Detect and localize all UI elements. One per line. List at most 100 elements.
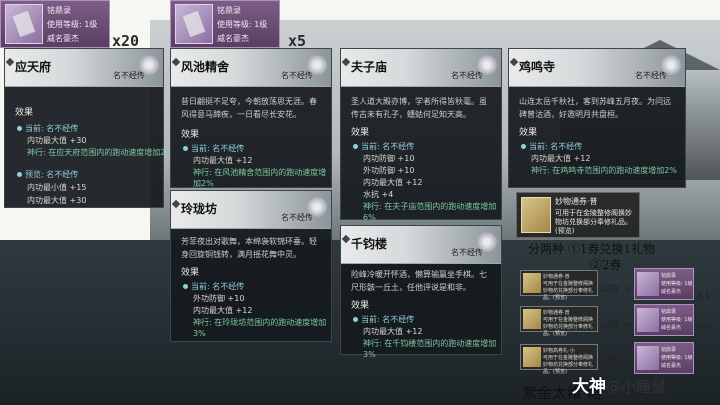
watermark: 大神@小睡鼠 [572, 372, 666, 397]
rank-tag: 名不经传 [451, 71, 483, 80]
handwritten-note-line1: 分两种 ①1券兑换1礼物 [528, 242, 656, 256]
seal-icon [307, 55, 327, 75]
mini-reward-2[interactable]: 铭鼎录 使用等级: 1级 威名豪杰 [634, 304, 694, 336]
scroll-icon [5, 4, 43, 44]
panel-header: 应天府 名不经传 [5, 49, 163, 87]
item-card-1[interactable]: 铭鼎录 使用等级: 1级 威名豪杰 [0, 0, 110, 48]
mini-reward-text: 铭鼎录 使用等级: 1级 威名豪杰 [661, 308, 692, 332]
item-name: 铭鼎录 [217, 6, 241, 15]
mini-ticket-3[interactable]: 妙物高券礼·小 可用于在金陵整修阁换妙物坊兑换部分奉修礼品。(预览) [520, 344, 598, 375]
stat-row: 外功防御 +10 [193, 294, 245, 303]
preview-rank: 预览: 名不经传 [17, 169, 78, 180]
bullet-icon [183, 284, 188, 289]
current-rank-text: 当前: 名不经传 [529, 142, 583, 151]
bullet-icon [353, 144, 358, 149]
panel-title: 风池精舍 [181, 60, 230, 74]
stat-row: 内功最大值 +30 [27, 196, 87, 205]
stat-row: 内功最小值 +15 [27, 183, 87, 192]
mini-ticket-label: 妙物通券·普 [543, 310, 570, 316]
panel-header: 玲珑坊 名不经传 [171, 191, 331, 229]
speed-row: 神行: 在风池精舍范围内的跑动速度增加2% [193, 168, 327, 188]
effect-label: 效果 [351, 301, 370, 311]
exchange-ratio: x40 = [600, 320, 631, 331]
stat-row: 内功最大值 +12 [363, 327, 423, 336]
reward-count: x5 [698, 358, 711, 369]
panel-linglong: 玲珑坊 名不经传 芳菲夜出对歌舞，本绵袅软锦环垂。轻身回旋铜钱转，满月摇花舞中灵… [170, 190, 332, 342]
stat-row: 内功最大值 +12 [193, 306, 253, 315]
current-rank: 当前: 名不经传 [353, 141, 414, 152]
mini-reward-3[interactable]: 铭鼎录 使用等级: 1级 威名豪杰 [634, 342, 694, 374]
reward-count: x2 [698, 324, 711, 335]
scroll-icon [637, 272, 659, 296]
panel-title: 玲珑坊 [181, 202, 218, 216]
preview-rank-text: 预览: 名不经传 [25, 170, 79, 179]
current-rank-text: 当前: 名不经传 [191, 282, 245, 291]
speed-row: 神行: 在千钧楼范围内的跑动速度增加3% [363, 339, 497, 359]
item-card-2[interactable]: 铭鼎录 使用等级: 1级 威名豪杰 [170, 0, 280, 48]
panel-qianjun: 千钧楼 名不经传 险峰冷暖开怀酒，懒算输赢坐手棋。七尺形骸一丘土，任他评说是和非… [340, 225, 502, 359]
mini-reward-level: 使用等级: 1级 [661, 355, 693, 361]
scroll-icon [637, 308, 659, 332]
watermark-brand: 大神 [572, 377, 606, 397]
rank-tag: 名不经传 [281, 71, 313, 80]
speed-row: 神行: 在应天府范围内的跑动速度增加2% [27, 148, 173, 157]
mini-ticket-label: 妙物通券·普 [543, 274, 570, 280]
item-name: 铭鼎录 [47, 6, 71, 15]
panel-title: 应天府 [15, 60, 52, 74]
panel-title: 千钧楼 [351, 237, 388, 251]
ticket-icon [523, 347, 541, 367]
panel-header: 千钧楼 名不经传 [341, 226, 501, 264]
mini-ticket-text: 妙物通券·普 可用于在金陵整修阁换妙物坊兑换部分奉修礼品。(预览) [543, 310, 597, 338]
speed-row: 神行: 在夫子庙范围内的跑动速度增加6% [363, 202, 497, 222]
seal-icon [661, 55, 681, 75]
stat-row: 内功防御 +10 [363, 154, 415, 163]
effect-label: 效果 [351, 128, 370, 138]
diamond-icon [171, 199, 181, 209]
mini-reward-1[interactable]: 铭鼎录 使用等级: 1级 威名豪杰 [634, 268, 694, 300]
panel-fengchi: 风池精舍 名不经传 昔日翩挺不足夸，今朝放荡思无涯。春风得意马蹄疾，一日看尽长安… [170, 48, 332, 188]
mini-reward-name: 铭鼎录 [661, 273, 677, 279]
mini-ticket-desc: 可用于在金陵整修阁换妙物坊兑换部分奉修礼品。(预览) [543, 317, 594, 337]
ticket-description: 可用于在金陵整修阁换妙物坊兑换部分奉修礼品。(预览) [555, 209, 632, 235]
rank-tag: 名不经传 [635, 71, 667, 80]
seal-icon [477, 55, 497, 75]
seal-icon [139, 55, 159, 75]
panel-fuzi: 夫子庙 名不经传 圣人道大殿亦博，学者所得皆秋毫。虽传古未有孔子，蟪蛄何足知天高… [340, 48, 502, 222]
watermark-user: @小睡鼠 [606, 378, 667, 396]
bullet-icon [183, 146, 188, 151]
stat-row: 水抗 +4 [363, 190, 394, 199]
mini-ticket-2[interactable]: 妙物通券·普 可用于在金陵整修阁换妙物坊兑换部分奉修礼品。(预览) [520, 306, 598, 337]
ticket-icon [521, 197, 551, 233]
exchange-ratio: x20 = [600, 356, 631, 367]
diamond-icon [5, 57, 15, 67]
bullet-icon [17, 172, 22, 177]
ticket-icon [523, 309, 541, 329]
ticket-tooltip[interactable]: 妙物通券·普 可用于在金陵整修阁换妙物坊兑换部分奉修礼品。(预览) [516, 192, 640, 238]
panel-yingtian: 应天府 名不经传 效果 当前: 名不经传 内功最大值 +30 神行: 在应天府范… [4, 48, 173, 208]
item-level: 使用等级: 1级 [217, 20, 268, 29]
current-rank: 当前: 名不经传 [183, 143, 244, 154]
mini-reward-name: 铭鼎录 [661, 347, 677, 353]
ticket-name: 妙物通券·普 [555, 197, 598, 206]
effect-label: 效果 [15, 108, 34, 118]
mini-reward-level: 使用等级: 1级 [661, 317, 693, 323]
current-rank-text: 当前: 名不经传 [361, 142, 415, 151]
panel-description: 险峰冷暖开怀酒，懒算输赢坐手棋。七尺形骸一丘土，任他评说是和非。 [351, 270, 487, 292]
current-rank: 当前: 名不经传 [17, 123, 78, 134]
panel-header: 鸡鸣寺 名不经传 [509, 49, 685, 87]
scroll-icon [175, 4, 213, 44]
seal-icon [477, 232, 497, 252]
current-rank-text: 当前: 名不经传 [25, 124, 79, 133]
panel-header: 夫子庙 名不经传 [341, 49, 501, 87]
mini-ticket-1[interactable]: 妙物通券·普 可用于在金陵整修阁换妙物坊兑换部分奉修礼品。(预览) [520, 270, 598, 301]
rank-tag: 名不经传 [113, 71, 145, 80]
diamond-icon [341, 57, 351, 67]
mini-reward-level: 使用等级: 1级 [661, 281, 693, 287]
diamond-icon [509, 57, 519, 67]
stat-row: 内功最大值 +30 [27, 136, 87, 145]
mini-ticket-desc: 可用于在金陵整修阁换妙物坊兑换部分奉修礼品。(预览) [543, 281, 594, 301]
mini-ticket-text: 妙物通券·普 可用于在金陵整修阁换妙物坊兑换部分奉修礼品。(预览) [543, 274, 597, 302]
mini-reward-title: 威名豪杰 [661, 325, 682, 331]
stat-row: 内功最大值 +12 [193, 156, 253, 165]
effect-label: 效果 [181, 130, 200, 140]
